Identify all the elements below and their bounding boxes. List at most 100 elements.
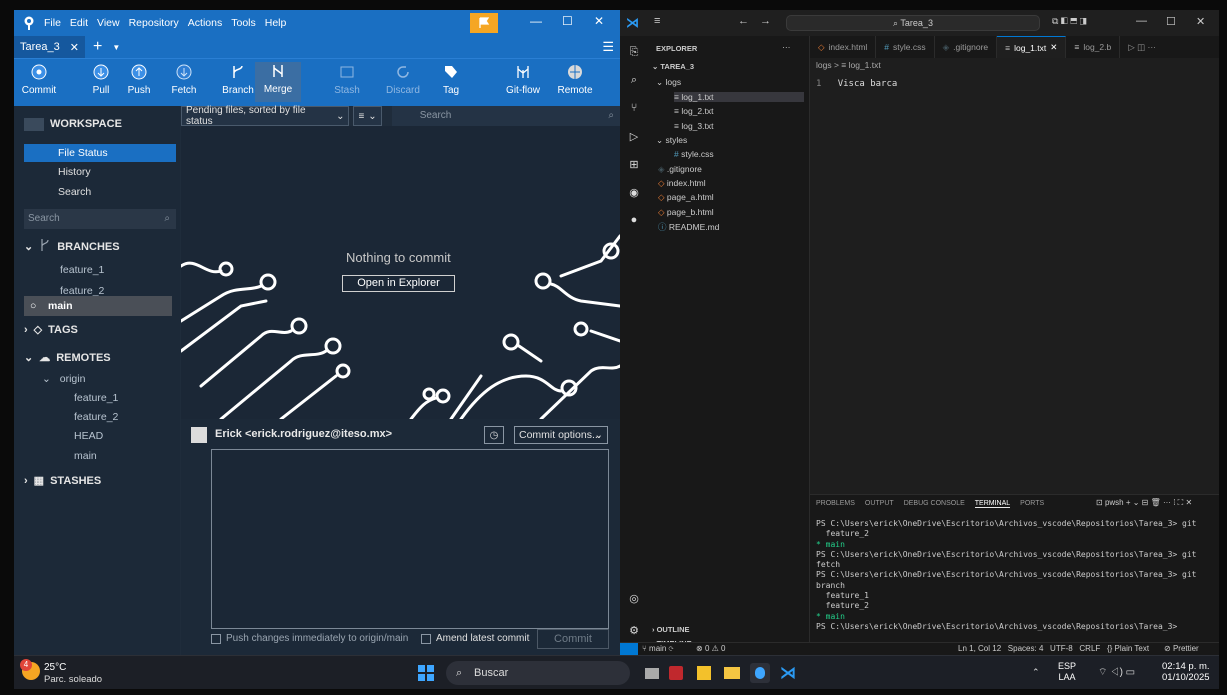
commit-button[interactable]: Commit xyxy=(16,63,62,96)
tree-file[interactable]: ◇ page_b.html xyxy=(658,207,714,218)
minimize-icon[interactable]: — xyxy=(530,14,542,28)
repo-tab[interactable]: Tarea_3 ✕ xyxy=(14,36,85,58)
gitflow-button[interactable]: Git-flow xyxy=(500,63,546,96)
close-icon[interactable]: ✕ xyxy=(1196,15,1205,28)
task-view-icon[interactable] xyxy=(642,663,662,683)
search-icon[interactable]: ⌕ xyxy=(626,72,642,88)
hamburger-icon[interactable]: ≡ xyxy=(654,15,660,27)
close-tab-icon[interactable]: ✕ xyxy=(70,41,79,54)
menu-item[interactable]: Actions xyxy=(188,17,222,29)
fetch-button[interactable]: Fetch xyxy=(161,63,207,96)
flag-icon[interactable] xyxy=(470,13,498,33)
remote-branch-item[interactable]: feature_1 xyxy=(74,392,118,404)
tab-dropdown-icon[interactable]: ▼ xyxy=(112,43,120,52)
back-arrow-icon[interactable]: ← xyxy=(738,15,749,27)
tree-folder[interactable]: ⌄ styles xyxy=(656,135,687,146)
amend-checkbox[interactable]: Amend latest commit xyxy=(421,633,529,644)
terminal-output[interactable]: PS C:\Users\erick\OneDrive\Escritorio\Ar… xyxy=(816,519,1216,632)
weather-status[interactable]: Parc. soleado xyxy=(44,674,102,685)
remote-origin[interactable]: ⌄ origin xyxy=(42,373,85,385)
tree-folder[interactable]: ⌄ logs xyxy=(656,77,681,88)
remotes-header[interactable]: ⌄ ☁ REMOTES xyxy=(24,351,111,365)
outline-section[interactable]: › OUTLINE xyxy=(652,625,690,634)
editor-tab[interactable]: ◈ .gitignore xyxy=(935,36,998,58)
merge-button[interactable]: Merge xyxy=(255,62,301,102)
stashes-header[interactable]: › ▦ STASHES xyxy=(24,474,101,488)
status-problems[interactable]: ⊗ 0 ⚠ 0 xyxy=(696,644,725,653)
commit-options-dropdown[interactable]: Commit options... ⌄ xyxy=(514,426,608,444)
tree-file[interactable]: ◇ index.html xyxy=(658,178,706,189)
history-button[interactable]: ◷ xyxy=(484,426,504,444)
status-right[interactable]: Ln 1, Col 12 Spaces: 4 UTF-8 CRLF {} Pla… xyxy=(958,644,1149,653)
minimize-icon[interactable]: — xyxy=(1136,15,1147,27)
remote-branch-item[interactable]: main xyxy=(74,450,97,462)
branches-header[interactable]: ⌄ BRANCHES xyxy=(24,238,120,255)
close-tab-icon[interactable]: ✕ xyxy=(1050,42,1057,53)
sourcetree-taskbar-icon[interactable] xyxy=(750,663,770,683)
menu-item[interactable]: Help xyxy=(265,17,287,29)
account-icon[interactable]: ◎ xyxy=(626,590,642,606)
add-tab-icon[interactable]: + xyxy=(93,38,102,56)
explorer-icon[interactable]: ⎘ xyxy=(626,44,642,60)
sort-dropdown[interactable]: Pending files, sorted by file status ⌄ xyxy=(181,105,350,127)
close-icon[interactable]: ✕ xyxy=(594,14,604,28)
maximize-icon[interactable]: ☐ xyxy=(1166,15,1176,28)
commit-message-textarea[interactable] xyxy=(211,449,609,629)
menu-item[interactable]: File xyxy=(44,17,61,29)
forward-arrow-icon[interactable]: → xyxy=(760,15,771,27)
sidebar-item-search[interactable]: Search xyxy=(58,186,91,198)
app-icon-red[interactable] xyxy=(666,663,686,683)
command-center-search[interactable]: ⌕ Tarea_3 xyxy=(786,15,1040,31)
app-icon-colorful[interactable] xyxy=(694,663,714,683)
taskbar-search[interactable]: ⌕ Buscar xyxy=(446,661,630,685)
remote-branch-item[interactable]: HEAD xyxy=(74,430,103,442)
menu-item[interactable]: Tools xyxy=(231,17,256,29)
tree-file[interactable]: ≡ log_2.txt xyxy=(674,106,713,116)
panel-tab[interactable]: TERMINAL xyxy=(974,500,1011,508)
weather-temp[interactable]: 25°C xyxy=(44,662,66,673)
discard-button[interactable]: Discard xyxy=(380,63,426,96)
commit-button[interactable]: Commit xyxy=(537,629,609,649)
editor-tab[interactable]: # style.css xyxy=(876,36,935,58)
sidebar-search-input[interactable]: Search ⌕ xyxy=(24,209,176,229)
tree-file[interactable]: # style.css xyxy=(674,149,714,159)
file-search-input[interactable]: Search ⌕ xyxy=(391,106,620,126)
tag-button[interactable]: Tag xyxy=(428,63,474,96)
github-icon[interactable]: ● xyxy=(626,212,642,228)
editor-tab[interactable]: ≡ log_2.b xyxy=(1066,36,1121,58)
remote-button[interactable]: Remote xyxy=(552,63,598,96)
panel-tab[interactable]: OUTPUT xyxy=(865,500,894,508)
branch-item-current[interactable]: ○ main xyxy=(24,296,172,316)
editor-tab[interactable]: ◇ index.html xyxy=(810,36,877,58)
prettier-status[interactable]: ⊘ Prettier xyxy=(1164,644,1199,653)
spotify-icon[interactable]: ◉ xyxy=(626,184,642,200)
wifi-volume-battery-icons[interactable]: ⌔ ◁) ▭ xyxy=(1098,666,1135,679)
maximize-icon[interactable]: ☐ xyxy=(562,14,573,28)
stash-button[interactable]: Stash xyxy=(324,63,370,96)
push-button[interactable]: Push xyxy=(116,63,162,96)
editor-line[interactable]: 1 Visca barca xyxy=(816,79,897,89)
menu-item[interactable]: View xyxy=(97,17,120,29)
status-branch[interactable]: ⑂ main ⟳ xyxy=(642,644,673,653)
more-actions-icon[interactable]: ··· xyxy=(782,42,791,52)
editor-tab[interactable]: ≡ log_1.txt ✕ xyxy=(997,36,1067,58)
breadcrumb[interactable]: logs > ≡ log_1.txt xyxy=(816,60,881,70)
layout-icons[interactable]: ⧉ ◧ ⬒ ◨ xyxy=(1052,16,1087,27)
terminal-shell-label[interactable]: ⊡ pwsh + ⌄ ⊟ 🗑 ··· ⁞ ⛶ ✕ xyxy=(1096,498,1192,508)
tree-file[interactable]: ◇ page_a.html xyxy=(658,192,714,203)
branch-item[interactable]: feature_1 xyxy=(60,264,104,276)
language-indicator[interactable]: ESP LAA xyxy=(1058,661,1076,683)
settings-gear-icon[interactable]: ⚙ xyxy=(626,622,642,638)
file-explorer-icon[interactable] xyxy=(722,663,742,683)
open-in-explorer-button[interactable]: Open in Explorer xyxy=(342,275,455,292)
tree-file[interactable]: ≡ log_1.txt xyxy=(674,92,804,102)
tree-file[interactable]: ≡ log_3.txt xyxy=(674,121,713,131)
tags-header[interactable]: › ◇ TAGS xyxy=(24,323,78,337)
source-control-icon[interactable]: ⑂ xyxy=(626,100,642,116)
sidebar-item-file-status[interactable]: File Status xyxy=(24,144,176,162)
chevron-up-icon[interactable]: ⌃ xyxy=(1032,667,1040,678)
panel-tab[interactable]: PROBLEMS xyxy=(816,500,855,508)
panel-tab[interactable]: PORTS xyxy=(1020,500,1044,508)
push-immediately-checkbox[interactable]: Push changes immediately to origin/main xyxy=(211,633,408,644)
hamburger-icon[interactable]: ☰ xyxy=(602,39,614,55)
